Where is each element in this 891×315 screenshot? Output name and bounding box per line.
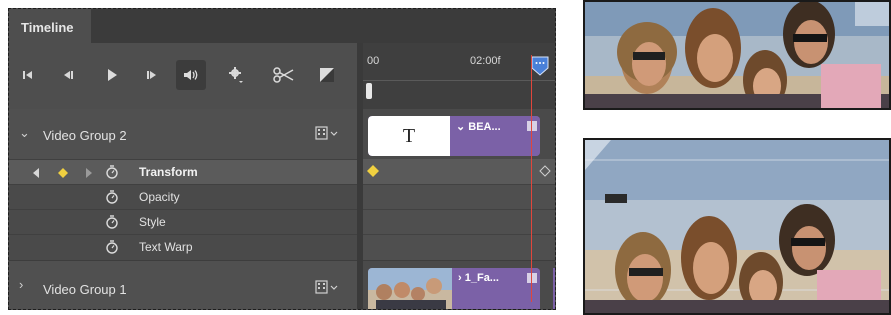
property-label: Transform: [139, 165, 198, 179]
clip-name-text: 1_Fa...: [464, 272, 499, 284]
step-back-icon: [64, 71, 73, 79]
photo-preview-bottom: [583, 138, 891, 315]
tab-timeline[interactable]: Timeline: [9, 9, 91, 44]
transport-toolbar: [9, 43, 357, 109]
clip-menu-icon[interactable]: [527, 121, 537, 131]
stopwatch-icon[interactable]: [105, 239, 119, 255]
audio-button[interactable]: [176, 60, 206, 90]
keyframe-track-text-warp[interactable]: [363, 234, 555, 261]
keyframe-track-transform[interactable]: [363, 159, 555, 184]
photo-preview-top: [583, 0, 891, 110]
layer-name: Video Group 2: [43, 128, 127, 143]
stopwatch-icon[interactable]: [105, 164, 119, 180]
clip-text-beach[interactable]: T ⌄ BEA...: [368, 116, 540, 156]
split-at-playhead-button[interactable]: [269, 60, 299, 90]
speaker-icon: [184, 70, 198, 80]
property-label: Opacity: [139, 190, 180, 204]
property-label: Style: [139, 215, 166, 229]
previous-keyframe-icon: [33, 168, 39, 178]
stopwatch-icon[interactable]: [105, 189, 119, 205]
track-video-group-2[interactable]: T ⌄ BEA...: [363, 109, 555, 159]
track-video-group-1[interactable]: › 1_Fa...: [363, 260, 555, 309]
chevron-right-icon[interactable]: ›: [19, 277, 23, 292]
chevron-right-icon: ›: [458, 272, 465, 284]
go-to-first-frame-button[interactable]: [13, 60, 43, 90]
time-ruler[interactable]: 00 02:00f: [363, 43, 555, 109]
next-clip-edge[interactable]: [553, 268, 555, 309]
settings-button[interactable]: [221, 60, 251, 90]
playhead-line[interactable]: [531, 55, 532, 302]
keyframe-track-opacity[interactable]: [363, 184, 555, 210]
keyframe-navigator: [33, 168, 92, 178]
beach-photo: [585, 140, 889, 313]
keyframe-diamond-icon: [58, 168, 68, 178]
keyframe-diamond-icon[interactable]: [367, 165, 379, 177]
property-row-text-warp[interactable]: Text Warp: [9, 234, 357, 260]
clip-label-area: ⌄ BEA...: [450, 116, 540, 156]
property-row-transform[interactable]: Transform: [9, 159, 357, 185]
skip-to-start-icon: [23, 71, 32, 79]
transition-button[interactable]: [312, 60, 342, 90]
ruler-end-label: 02:00f: [470, 55, 501, 67]
play-button[interactable]: [97, 60, 127, 90]
playhead-handle-icon[interactable]: [531, 56, 549, 76]
clip-menu-icon[interactable]: [527, 273, 537, 283]
panel-titlebar: Timeline: [9, 9, 555, 44]
work-area-start-handle[interactable]: [366, 83, 372, 99]
scissors-icon: [273, 67, 294, 83]
layer-row-video-group-2[interactable]: ⌄ Video Group 2: [9, 109, 357, 159]
clip-label-area: › 1_Fa...: [452, 268, 540, 309]
text-layer-icon: T: [402, 125, 416, 147]
clip-photo-thumbnail: [368, 268, 452, 309]
stopwatch-icon[interactable]: [105, 214, 119, 230]
play-icon: [108, 69, 117, 81]
transition-icon: [320, 68, 334, 82]
timeline-panel: Timeline 00 02:00f ⌄ Video Group 2 Trans…: [8, 8, 556, 310]
beach-photo: [585, 2, 889, 108]
layer-row-video-group-1[interactable]: › Video Group 1: [9, 260, 357, 309]
property-row-opacity[interactable]: Opacity: [9, 184, 357, 210]
keyframe-track-style[interactable]: [363, 209, 555, 235]
chevron-down-icon[interactable]: ⌄: [19, 125, 30, 141]
film-strip-icon[interactable]: [315, 280, 341, 294]
next-keyframe-icon: [86, 168, 92, 178]
ruler-ticks: [363, 80, 555, 81]
clip-name: ⌄ BEA...: [456, 120, 501, 133]
gear-icon: [229, 67, 243, 83]
property-row-style[interactable]: Style: [9, 209, 357, 235]
previous-frame-button[interactable]: [53, 60, 83, 90]
step-forward-icon: [147, 71, 156, 79]
chevron-down-icon: ⌄: [456, 121, 469, 133]
clip-name: › 1_Fa...: [458, 272, 499, 284]
clip-name-text: BEA...: [468, 121, 501, 133]
next-frame-button[interactable]: [137, 60, 167, 90]
clip-thumbnail: T: [368, 116, 450, 156]
ruler-start-label: 00: [367, 55, 380, 67]
clip-video-1-fa[interactable]: › 1_Fa...: [368, 268, 540, 309]
keyframe-diamond-outline-icon[interactable]: [539, 165, 551, 177]
property-label: Text Warp: [139, 240, 193, 254]
film-strip-icon[interactable]: [315, 126, 341, 140]
layer-name: Video Group 1: [43, 282, 127, 297]
